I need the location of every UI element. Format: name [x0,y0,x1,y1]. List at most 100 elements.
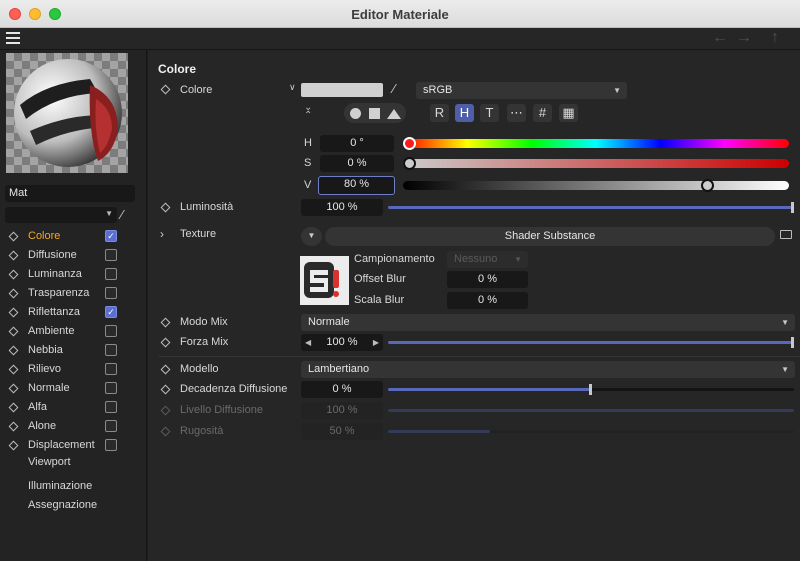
keyframe-diamond-icon[interactable] [160,337,171,348]
channel-checkbox[interactable] [105,325,117,337]
modello-label: Modello [180,363,219,375]
material-selector[interactable]: ▼ [5,207,117,223]
luminosita-slider[interactable] [388,202,794,213]
keyframe-diamond-icon[interactable] [160,84,171,95]
decadenza-field[interactable]: 0 % [301,381,383,398]
sidebar-link-illuminazione[interactable]: Illuminazione [28,480,92,492]
color-mode-button[interactable]: ⋯ [507,104,526,122]
modello-dropdown[interactable]: Lambertiano ▼ [301,361,795,378]
channel-checkbox[interactable] [105,287,117,299]
keyframe-diamond-icon[interactable] [8,421,19,432]
eyedropper-icon[interactable]: ⁄ [393,81,395,96]
color-mode-button[interactable]: ▦ [559,104,578,122]
sphere-preview-icon[interactable] [350,108,361,119]
color-mode-button[interactable]: H [455,104,474,122]
eyedropper-icon[interactable]: ⁄ [121,207,123,222]
luminosita-field[interactable]: 100 % [301,199,383,216]
up-arrow-icon[interactable]: ↑ [771,29,779,47]
keyframe-diamond-icon[interactable] [160,317,171,328]
channel-checkbox[interactable]: ✓ [105,306,117,318]
channel-checkbox[interactable] [105,420,117,432]
keyframe-diamond-icon[interactable] [8,402,19,413]
forward-arrow-icon[interactable]: → [736,29,752,47]
channel-checkbox[interactable] [105,439,117,451]
collapse-icon[interactable]: ⌄ ⌃ [304,103,312,121]
keyframe-diamond-icon[interactable] [8,364,19,375]
channel-checkbox[interactable] [105,363,117,375]
keyframe-diamond-icon[interactable] [8,231,19,242]
channel-checkbox[interactable] [105,268,117,280]
slider-handle[interactable] [589,384,592,395]
channel-checkbox[interactable]: ✓ [105,230,117,242]
channel-item-rilievo[interactable]: Rilievo [0,360,147,379]
channel-item-riflettanza[interactable]: Riflettanza ✓ [0,303,147,322]
slider-handle[interactable] [791,202,794,213]
value-field[interactable]: 80 % [318,176,395,195]
increment-arrow-icon[interactable]: ▶ [373,334,379,351]
channel-item-ambiente[interactable]: Ambiente [0,322,147,341]
saturation-slider[interactable] [403,157,789,170]
sidebar-link-viewport[interactable]: Viewport [28,456,71,468]
forza-mix-slider[interactable] [388,337,794,348]
keyframe-diamond-icon[interactable] [8,345,19,356]
saturation-slider-knob[interactable] [403,157,416,170]
keyframe-diamond-icon[interactable] [160,202,171,213]
keyframe-diamond-icon[interactable] [160,364,171,375]
color-mode-button[interactable]: R [430,104,449,122]
material-preview[interactable] [6,53,128,173]
keyframe-diamond-icon[interactable] [8,440,19,451]
channel-item-trasparenza[interactable]: Trasparenza [0,284,147,303]
channel-item-displacement[interactable]: Displacement [0,436,147,455]
campionamento-dropdown[interactable]: Nessuno ▼ [447,251,528,268]
keyframe-diamond-icon[interactable] [8,250,19,261]
channel-checkbox[interactable] [105,249,117,261]
colorspace-dropdown[interactable]: sRGB ▼ [416,82,627,99]
hue-slider-knob[interactable] [403,137,416,150]
keyframe-diamond-icon[interactable] [8,307,19,318]
color-mode-button[interactable]: # [533,104,552,122]
decrement-arrow-icon[interactable]: ◀ [305,334,311,351]
scala-blur-field[interactable]: 0 % [447,292,528,309]
channel-checkbox[interactable] [105,344,117,356]
saturation-field[interactable]: 0 % [320,155,394,172]
texture-menu-button[interactable]: ▼ [301,227,322,246]
value-slider[interactable] [403,179,789,192]
decadenza-slider[interactable] [388,384,794,395]
slider-handle[interactable] [791,337,794,348]
channel-item-alfa[interactable]: Alfa [0,398,147,417]
modo-mix-dropdown[interactable]: Normale ▼ [301,314,795,331]
keyframe-diamond-icon[interactable] [160,384,171,395]
preview-shape-toggle[interactable] [344,103,406,123]
shader-substance-button[interactable]: Shader Substance [325,227,775,246]
keyframe-diamond-icon[interactable] [8,288,19,299]
channel-item-colore[interactable]: Colore ✓ [0,227,147,246]
chevron-down-icon[interactable]: ∨ [289,82,296,93]
hue-slider[interactable] [403,137,789,150]
channel-label: Alfa [28,401,47,413]
substance-thumbnail[interactable] [300,256,349,305]
material-name-field[interactable]: Mat [5,185,135,202]
hue-field[interactable]: 0 ° [320,135,394,152]
channel-item-normale[interactable]: Normale [0,379,147,398]
keyframe-diamond-icon[interactable] [8,326,19,337]
keyframe-diamond-icon[interactable] [8,269,19,280]
offset-blur-field[interactable]: 0 % [447,271,528,288]
channel-item-nebbia[interactable]: Nebbia [0,341,147,360]
chevron-right-icon[interactable]: › [160,227,164,241]
color-mode-button[interactable]: T [480,104,499,122]
channel-item-alone[interactable]: Alone [0,417,147,436]
hamburger-menu-icon[interactable] [6,32,20,44]
channel-item-luminanza[interactable]: Luminanza [0,265,147,284]
value-slider-knob[interactable] [701,179,715,192]
channel-checkbox[interactable] [105,401,117,413]
forza-mix-stepper[interactable]: ◀ 100 % ▶ [301,334,383,351]
sidebar-link-assegnazione[interactable]: Assegnazione [28,499,97,511]
keyframe-diamond-icon[interactable] [8,383,19,394]
mountain-preview-icon[interactable] [387,109,401,119]
channel-checkbox[interactable] [105,382,117,394]
square-preview-icon[interactable] [369,108,380,119]
channel-item-diffusione[interactable]: Diffusione [0,246,147,265]
back-arrow-icon[interactable]: ← [712,29,728,47]
color-swatch[interactable] [301,83,383,97]
folder-icon[interactable] [780,230,792,239]
